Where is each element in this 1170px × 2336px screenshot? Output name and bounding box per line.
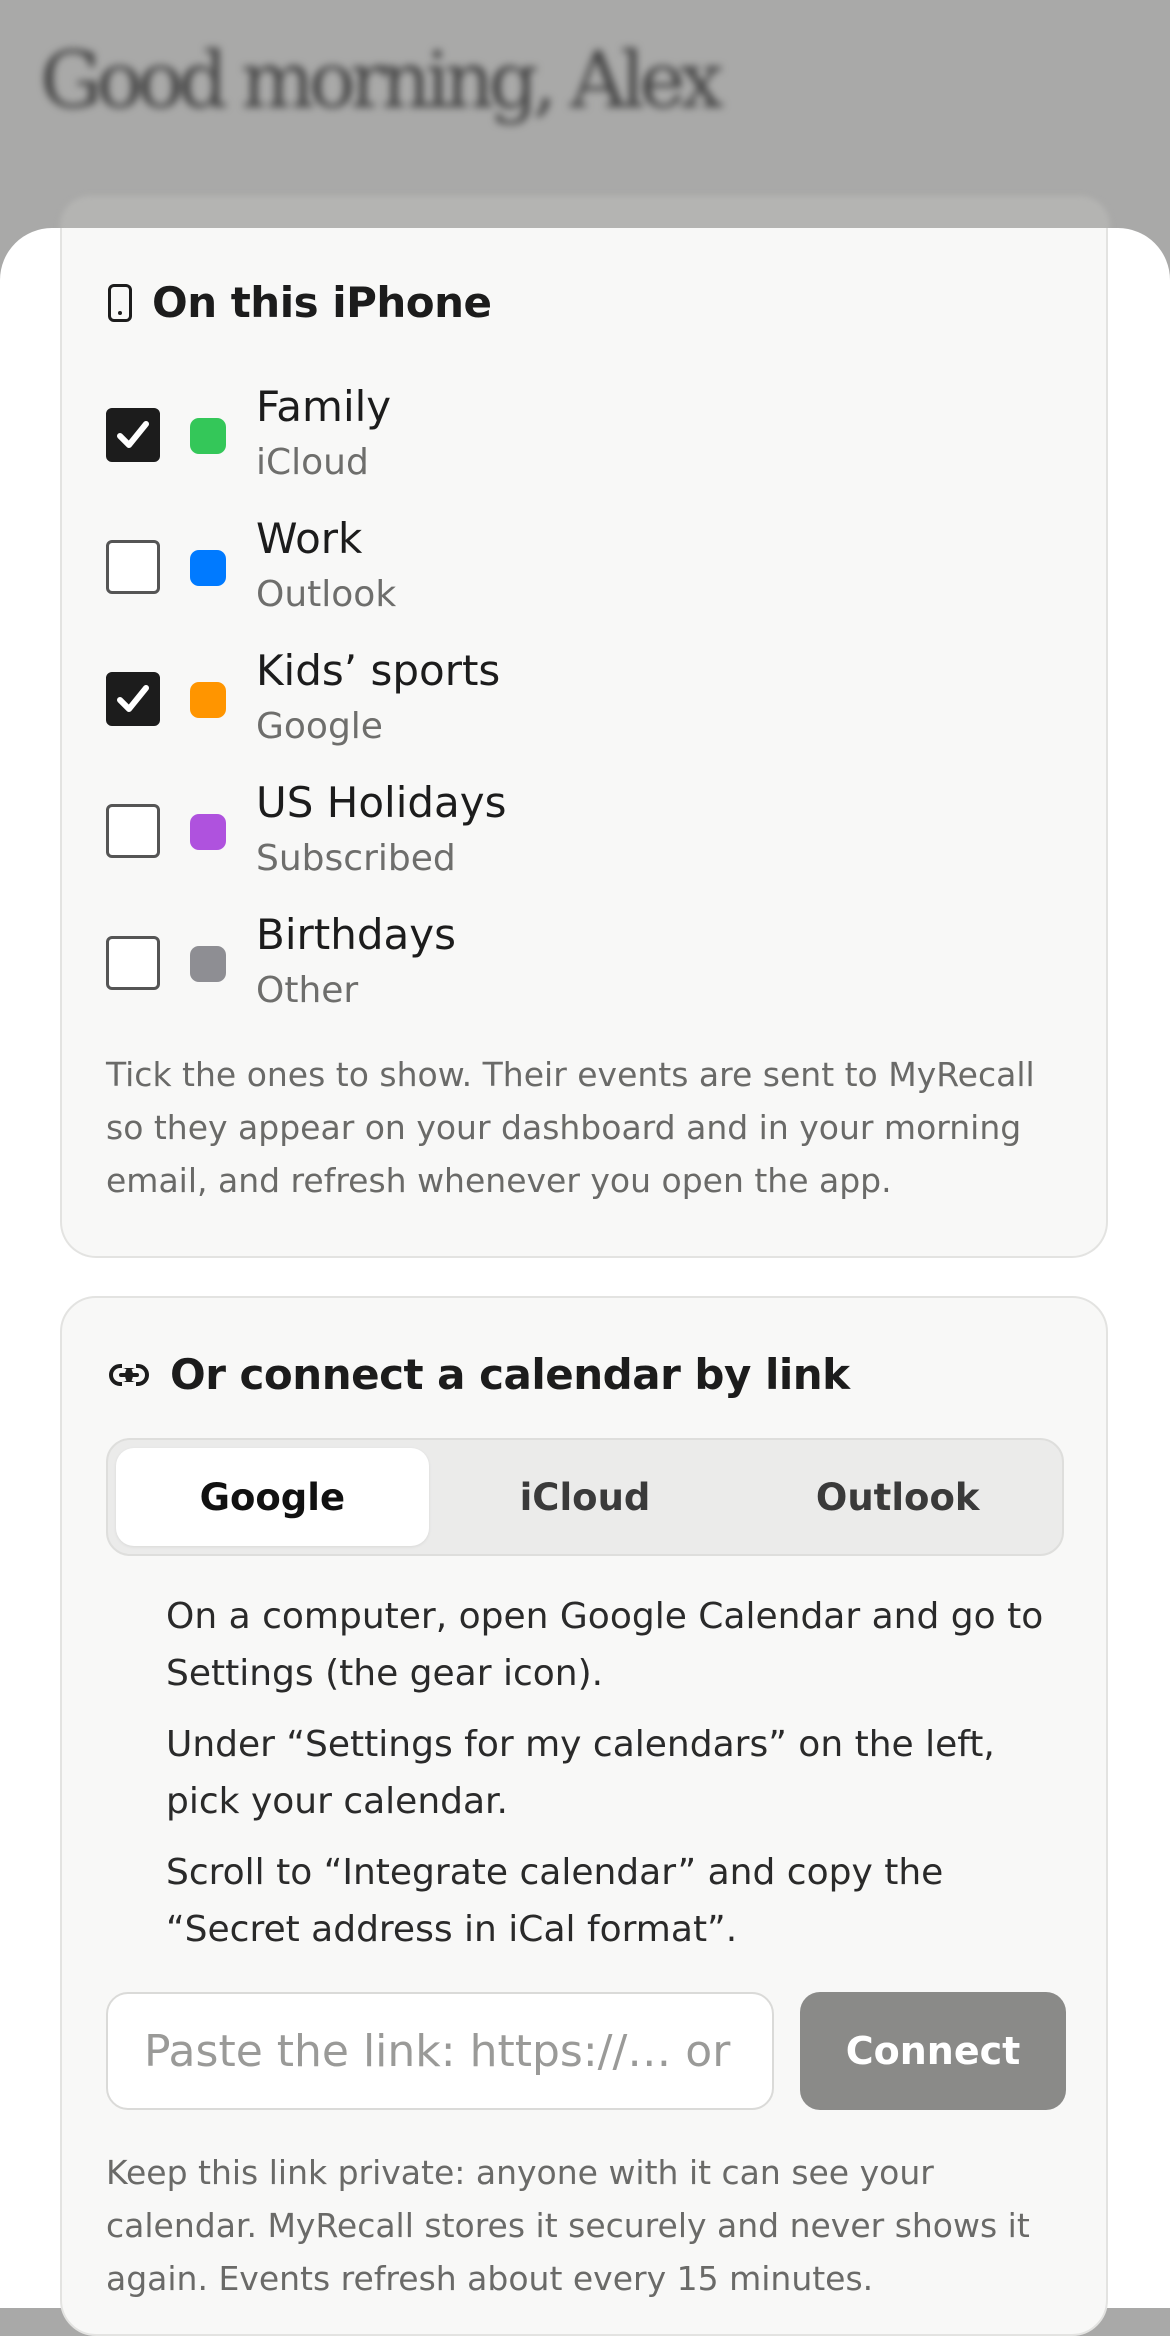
calendar-source: Other xyxy=(256,970,359,1011)
instruction-steps: On a computer, open Google Calendar and … xyxy=(166,1588,1046,1972)
checkmark-icon xyxy=(117,421,149,448)
instruction-step: On a computer, open Google Calendar and … xyxy=(166,1596,1044,1694)
calendar-checkbox-us-holidays[interactable] xyxy=(106,804,160,858)
link-icon xyxy=(109,1363,149,1386)
calendar-color-swatch xyxy=(190,418,226,454)
calendar-name: US Holidays xyxy=(256,778,507,827)
calendar-name: Work xyxy=(256,514,363,563)
link-section-footnote: Keep this link private: anyone with it c… xyxy=(106,2153,1030,2298)
calendar-checkbox-family[interactable] xyxy=(106,408,160,462)
tab-icloud[interactable]: iCloud xyxy=(429,1448,742,1546)
calendar-color-swatch xyxy=(190,682,226,718)
calendar-checkbox-birthdays[interactable] xyxy=(106,936,160,990)
calendar-link-input[interactable] xyxy=(106,1992,774,2110)
calendar-row-family[interactable]: Family iCloud xyxy=(106,378,1006,510)
link-calendar-card: Or connect a calendar by link Google iCl… xyxy=(60,1296,1108,2336)
phone-icon xyxy=(108,283,132,322)
instruction-step: Under “Settings for my calendars” on the… xyxy=(166,1724,995,1822)
calendar-list: Family iCloud Work Outlook Kids’ sports … xyxy=(106,378,1006,1038)
calendar-row-kids-sports[interactable]: Kids’ sports Google xyxy=(106,642,1006,774)
greeting-heading: Good morning, Alex xyxy=(40,36,724,126)
instruction-step: Scroll to “Integrate calendar” and copy … xyxy=(166,1852,944,1950)
calendar-name: Family xyxy=(256,382,392,431)
calendar-row-birthdays[interactable]: Birthdays Other xyxy=(106,906,1006,1038)
calendar-row-us-holidays[interactable]: US Holidays Subscribed xyxy=(106,774,1006,906)
link-section-title-text: Or connect a calendar by link xyxy=(170,1350,850,1399)
calendar-name: Kids’ sports xyxy=(256,646,501,695)
iphone-section-title: On this iPhone xyxy=(108,278,492,327)
tab-google[interactable]: Google xyxy=(116,1448,429,1546)
calendar-checkbox-kids-sports[interactable] xyxy=(106,672,160,726)
calendar-name: Birthdays xyxy=(256,910,456,959)
calendar-color-swatch xyxy=(190,946,226,982)
calendar-source: Subscribed xyxy=(256,838,456,879)
connect-button[interactable]: Connect xyxy=(800,1992,1066,2110)
iphone-calendars-card: On this iPhone Family iCloud Work Outloo… xyxy=(60,228,1108,1258)
tab-outlook[interactable]: Outlook xyxy=(741,1448,1054,1546)
iphone-section-footnote: Tick the ones to show. Their events are … xyxy=(106,1055,1035,1200)
calendar-source: Google xyxy=(256,706,383,747)
calendar-color-swatch xyxy=(190,550,226,586)
calendar-source: iCloud xyxy=(256,442,369,483)
checkmark-icon xyxy=(117,685,149,712)
calendar-row-work[interactable]: Work Outlook xyxy=(106,510,1006,642)
calendar-checkbox-work[interactable] xyxy=(106,540,160,594)
calendar-color-swatch xyxy=(190,814,226,850)
link-section-title: Or connect a calendar by link xyxy=(108,1350,850,1399)
iphone-section-title-text: On this iPhone xyxy=(152,278,492,327)
provider-tabs: Google iCloud Outlook xyxy=(106,1438,1064,1556)
calendar-source: Outlook xyxy=(256,574,397,615)
